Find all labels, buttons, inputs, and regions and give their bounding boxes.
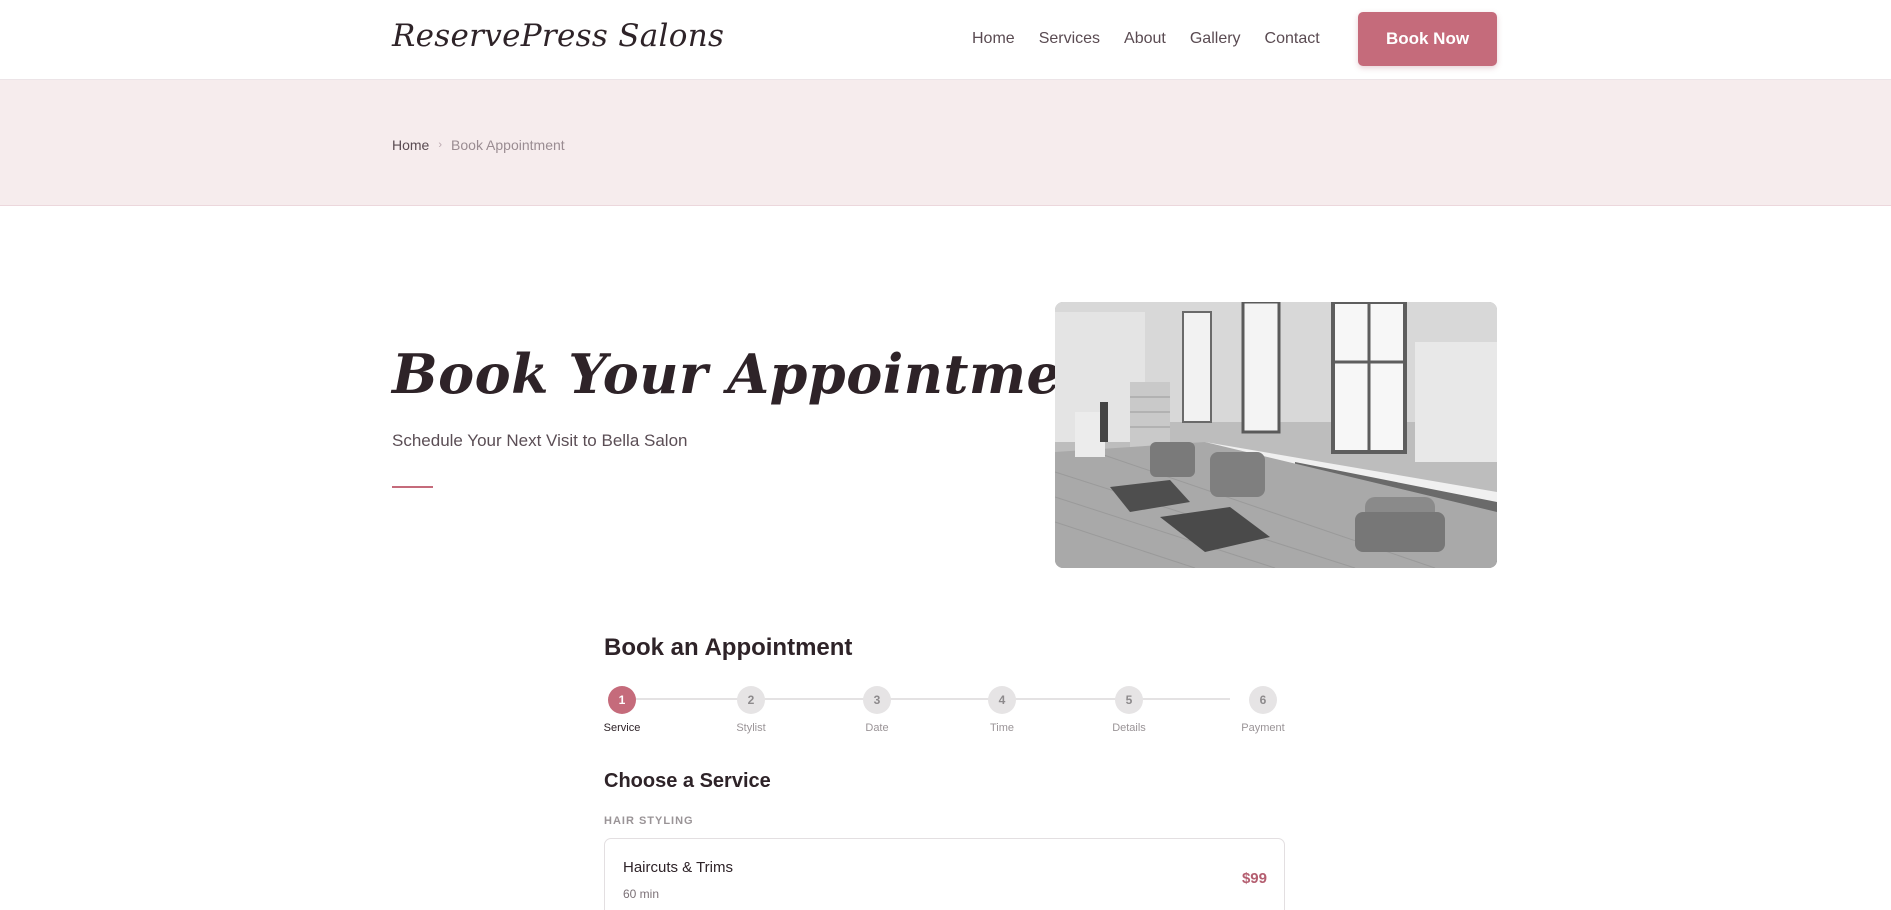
nav-services[interactable]: Services bbox=[1039, 30, 1100, 48]
step-time[interactable]: 4 Time bbox=[972, 686, 1032, 734]
book-now-button[interactable]: Book Now bbox=[1358, 12, 1497, 66]
step-label: Service bbox=[603, 722, 641, 734]
page-banner: Home › Book Appointment bbox=[0, 80, 1891, 206]
page-subtitle: Schedule Your Next Visit to Bella Salon bbox=[392, 431, 688, 450]
step-label: Time bbox=[989, 722, 1015, 734]
breadcrumb-separator-icon: › bbox=[438, 139, 443, 151]
nav-about[interactable]: About bbox=[1124, 30, 1166, 48]
site-header: ReservePress Salons Home Services About … bbox=[0, 0, 1891, 80]
section-title: Choose a Service bbox=[604, 770, 771, 792]
step-number: 5 bbox=[1115, 686, 1143, 714]
breadcrumb-home-link[interactable]: Home bbox=[392, 137, 429, 153]
step-service[interactable]: 1 Service bbox=[592, 686, 652, 734]
service-duration: 60 min bbox=[623, 887, 660, 901]
step-details[interactable]: 5 Details bbox=[1099, 686, 1159, 734]
step-number: 3 bbox=[863, 686, 891, 714]
site-logo[interactable]: ReservePress Salons bbox=[392, 18, 724, 54]
service-name: Haircuts & Trims bbox=[623, 859, 734, 876]
breadcrumb: Home › Book Appointment bbox=[392, 137, 565, 153]
service-category-label: HAIR STYLING bbox=[604, 815, 694, 827]
step-number: 2 bbox=[737, 686, 765, 714]
step-stylist[interactable]: 2 Stylist bbox=[721, 686, 781, 734]
nav-gallery[interactable]: Gallery bbox=[1190, 30, 1241, 48]
main-nav: Home Services About Gallery Contact bbox=[972, 30, 1344, 48]
step-number: 6 bbox=[1249, 686, 1277, 714]
booking-title: Book an Appointment bbox=[604, 634, 853, 661]
service-price: $99 bbox=[1241, 870, 1267, 887]
nav-contact[interactable]: Contact bbox=[1265, 30, 1320, 48]
step-number: 4 bbox=[988, 686, 1016, 714]
step-label: Date bbox=[865, 722, 889, 734]
step-label: Stylist bbox=[736, 722, 766, 734]
nav-home[interactable]: Home bbox=[972, 30, 1015, 48]
step-date[interactable]: 3 Date bbox=[847, 686, 907, 734]
step-payment[interactable]: 6 Payment bbox=[1233, 686, 1293, 734]
step-label: Payment bbox=[1241, 722, 1285, 734]
step-number: 1 bbox=[608, 686, 636, 714]
salon-photo bbox=[1055, 302, 1497, 568]
step-label: Details bbox=[1112, 722, 1146, 734]
service-option-card[interactable]: Haircuts & Trims 60 min $99 bbox=[604, 838, 1285, 910]
breadcrumb-current: Book Appointment bbox=[451, 137, 565, 153]
title-divider bbox=[392, 486, 433, 488]
page-title: Book Your Appointment bbox=[392, 342, 1127, 406]
